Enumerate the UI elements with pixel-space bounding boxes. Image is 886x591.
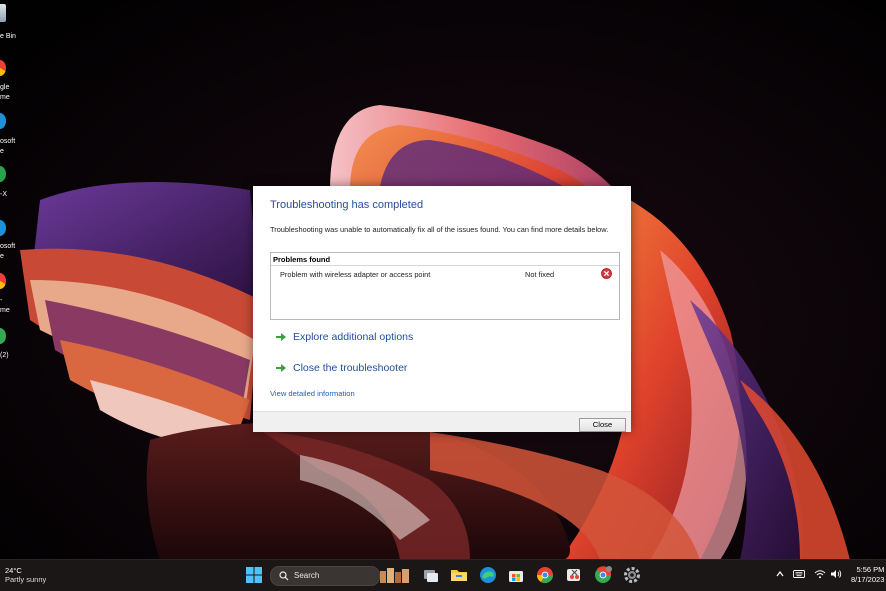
taskbar-clock[interactable]: 5:56 PM 8/17/2023 — [851, 565, 884, 585]
dialog-description: Troubleshooting was unable to automatica… — [270, 225, 609, 234]
chrome-icon[interactable] — [536, 566, 554, 584]
dialog-title: Troubleshooting has completed — [270, 199, 424, 211]
error-x-icon — [601, 268, 612, 279]
volume-icon[interactable] — [830, 569, 842, 579]
clock-date: 8/17/2023 — [851, 575, 885, 584]
problems-list: Problems found Problem with wireless ada… — [270, 252, 620, 320]
desktop-icon-label: e Bin — [0, 33, 16, 40]
desktop-icon-label: e — [0, 253, 4, 260]
clock-time: 5:56 PM — [856, 565, 885, 574]
desktop-icon-label: - — [0, 297, 3, 304]
search-icon — [279, 571, 289, 581]
file-explorer-icon[interactable] — [450, 566, 468, 584]
divider — [271, 265, 619, 266]
desktop-icon-label: e — [0, 148, 4, 155]
desktop-icon-label: (2) — [0, 352, 9, 359]
close-troubleshooter-link[interactable]: Close the troubleshooter — [275, 360, 407, 376]
recycle-bin-icon — [0, 4, 6, 22]
chevron-up-icon[interactable] — [775, 569, 785, 579]
dialog-footer: Close — [253, 411, 631, 432]
chrome-badge-icon[interactable] — [594, 566, 612, 584]
green-arrow-icon — [276, 364, 286, 372]
snipping-tool-icon[interactable] — [565, 566, 583, 584]
desktop-icon-label: gle — [0, 84, 10, 91]
close-button[interactable]: Close — [579, 418, 626, 432]
desktop-icon-label: osoft — [0, 138, 16, 145]
search-highlight-icon — [380, 568, 409, 583]
desktop-icon-label: osoft — [0, 243, 16, 250]
taskbar: 24°C Partly sunny Search 5:56 PM 8/17/20… — [0, 559, 886, 591]
weather-condition: Partly sunny — [5, 575, 47, 584]
search-placeholder: Search — [294, 571, 320, 580]
option-label: Close the troubleshooter — [293, 362, 408, 374]
option-label: Explore additional options — [293, 331, 414, 343]
desktop-icon-label: -X — [0, 191, 7, 198]
wifi-icon[interactable] — [814, 569, 826, 579]
taskbar-search[interactable]: Search — [270, 566, 380, 586]
view-detailed-information-link[interactable]: View detailed information — [270, 389, 355, 398]
store-icon[interactable] — [507, 566, 525, 584]
desktop-icon-label: me — [0, 307, 10, 314]
settings-icon[interactable] — [623, 566, 641, 584]
green-arrow-icon — [276, 333, 286, 341]
task-view-icon[interactable] — [422, 566, 440, 584]
weather-widget[interactable]: 24°C Partly sunny — [5, 566, 46, 584]
problems-header: Problems found — [273, 255, 331, 264]
desktop-icon-label: me — [0, 94, 10, 101]
keyboard-icon[interactable] — [793, 569, 805, 579]
problem-name: Problem with wireless adapter or access … — [280, 270, 431, 279]
troubleshooter-dialog: Troubleshooting has completed Troublesho… — [253, 186, 631, 432]
edge-icon[interactable] — [479, 566, 497, 584]
weather-temperature: 24°C — [5, 566, 22, 575]
explore-additional-options-link[interactable]: Explore additional options — [275, 329, 413, 345]
problem-status: Not fixed — [525, 270, 555, 279]
windows-start-icon[interactable] — [245, 566, 263, 584]
